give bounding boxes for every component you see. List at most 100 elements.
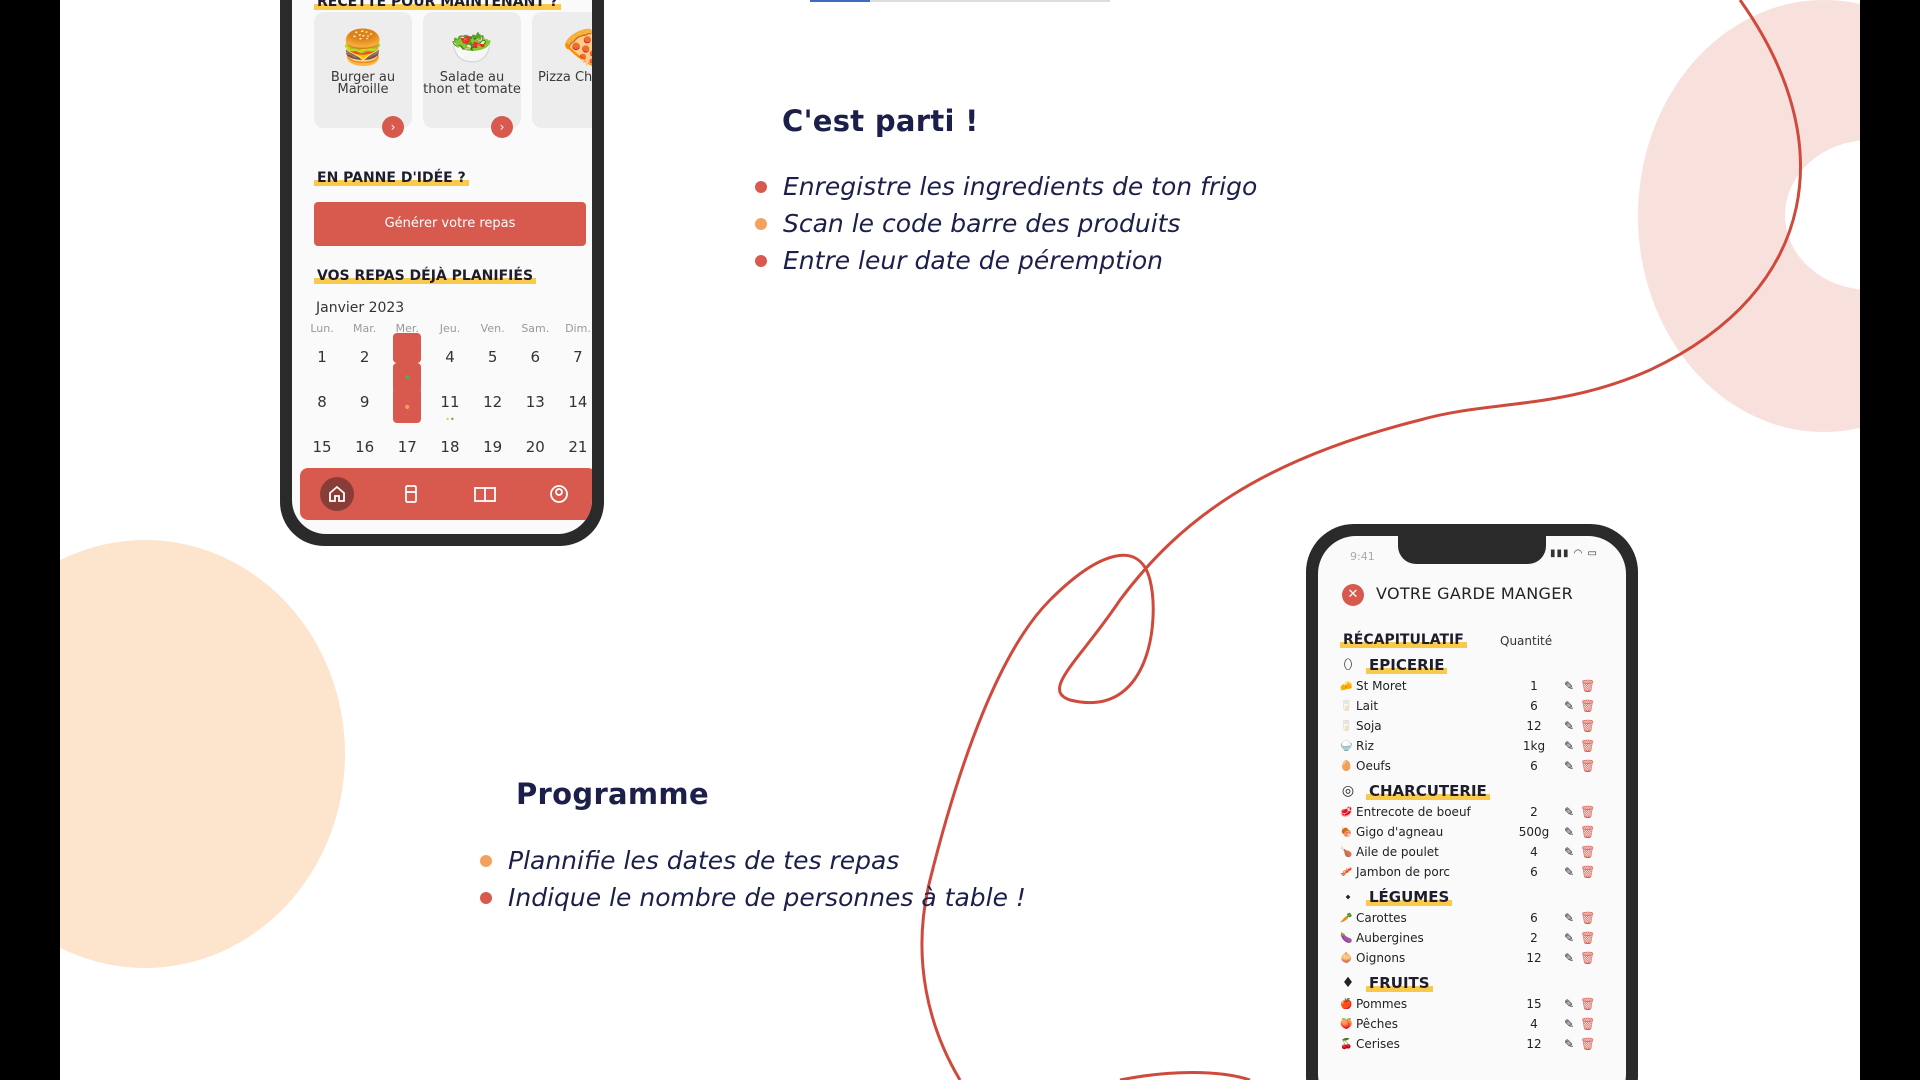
trash-icon[interactable]: 🗑 <box>1580 1037 1595 1051</box>
meal-dots: •• <box>445 415 455 424</box>
list-item: 🥛 Lait 6 ✎ 🗑 <box>1340 696 1610 716</box>
edit-icon[interactable]: ✎ <box>1564 825 1574 839</box>
calendar-day[interactable]: 20 <box>515 425 555 470</box>
bullet-item: Scan le code barre des produits <box>755 205 1257 242</box>
planned-meals-title: VOS REPAS DÉJÀ PLANIFIÉS <box>314 268 537 284</box>
calendar-day[interactable]: 8 <box>302 380 342 425</box>
item-qty: 12 <box>1526 1037 1542 1051</box>
calendar-day[interactable]: 16 <box>345 425 385 470</box>
generate-meal-button[interactable]: Générer votre repas <box>314 202 586 246</box>
salad-icon: 🥗 <box>450 28 494 68</box>
calendar-day[interactable]: 5 <box>473 335 513 380</box>
trash-icon[interactable]: 🗑 <box>1580 865 1595 879</box>
calendar-day[interactable]: 7 <box>558 335 592 380</box>
calendar-day[interactable]: 1 <box>302 335 342 380</box>
calendar-day[interactable]: 13 <box>515 380 555 425</box>
cherry-icon: 🍒 <box>1340 1038 1353 1050</box>
fridge-icon[interactable] <box>394 477 428 511</box>
calendar-week: 8 9 10••• 11•• 12 13 14 <box>302 333 592 425</box>
chevron-right-icon[interactable]: › <box>491 116 513 138</box>
edit-icon[interactable]: ✎ <box>1564 997 1574 1011</box>
edit-icon[interactable]: ✎ <box>1564 1037 1574 1051</box>
egg-item-icon: 🥚 <box>1340 760 1353 772</box>
phone-home-mockup: RECETTE POUR MAINTENANT ? 🍔 Burger au Ma… <box>280 0 604 546</box>
cheese-icon: 🧀 <box>1340 680 1353 692</box>
bullet-item: Indique le nombre de personnes à table ! <box>480 879 1026 916</box>
list-item: 🥓 Jambon de porc 6 ✎ 🗑 <box>1340 862 1610 882</box>
trash-icon[interactable]: 🗑 <box>1580 679 1595 693</box>
calendar-day[interactable]: 14 <box>558 380 592 425</box>
list-item: 🍚 Riz 1kg ✎ 🗑 <box>1340 736 1610 756</box>
chevron-right-icon[interactable]: › <box>382 116 404 138</box>
home-icon[interactable] <box>320 477 354 511</box>
list-item: 🍑 Pêches 4 ✎ 🗑 <box>1340 1014 1610 1034</box>
edit-icon[interactable]: ✎ <box>1564 911 1574 925</box>
item-qty: 15 <box>1526 997 1542 1011</box>
trash-icon[interactable]: 🗑 <box>1580 739 1595 753</box>
calendar-week: 15 16 17 18 19 20 21 <box>302 425 592 470</box>
trash-icon[interactable]: 🗑 <box>1580 997 1595 1011</box>
trash-icon[interactable]: 🗑 <box>1580 1017 1595 1031</box>
trash-icon[interactable]: 🗑 <box>1580 911 1595 925</box>
item-qty: 4 <box>1530 845 1538 859</box>
edit-icon[interactable]: ✎ <box>1564 805 1574 819</box>
recipe-card[interactable]: 🍕 Pizza Chorizo <box>532 12 592 128</box>
canvas: RECETTE POUR MAINTENANT ? 🍔 Burger au Ma… <box>60 0 1860 1080</box>
steak-icon: 🥩 <box>1340 806 1353 818</box>
calendar-day[interactable]: 17 <box>387 425 427 470</box>
trash-icon[interactable]: 🗑 <box>1580 845 1595 859</box>
calendar-day[interactable]: 21 <box>558 425 592 470</box>
trash-icon[interactable]: 🗑 <box>1580 931 1595 945</box>
milk-icon: 🥛 <box>1340 700 1353 712</box>
edit-icon[interactable]: ✎ <box>1564 931 1574 945</box>
trash-icon[interactable]: 🗑 <box>1580 699 1595 713</box>
section-program-title: Programme <box>516 777 729 811</box>
category-name: EPICERIE <box>1366 656 1448 674</box>
calendar-day[interactable]: 15 <box>302 425 342 470</box>
category-charcuterie: ◎ CHARCUTERIE 🥩 Entrecote de boeuf 2 ✎ 🗑 🍖 Gig… <box>1340 780 1610 882</box>
edit-icon[interactable]: ✎ <box>1564 699 1574 713</box>
edit-icon[interactable]: ✎ <box>1564 759 1574 773</box>
recipe-card[interactable]: 🥗 Salade au thon et tomate › <box>423 12 521 138</box>
item-name: Oeufs <box>1356 759 1391 773</box>
edit-icon[interactable]: ✎ <box>1564 951 1574 965</box>
calendar-day-selected[interactable]: 10••• <box>387 333 427 425</box>
trash-icon[interactable]: 🗑 <box>1580 951 1595 965</box>
calendar-day[interactable]: 6 <box>515 335 555 380</box>
book-icon[interactable] <box>468 477 502 511</box>
list-item: 🧀 St Moret 1 ✎ 🗑 <box>1340 676 1610 696</box>
bullet-dot <box>480 891 492 904</box>
item-qty: 12 <box>1526 719 1542 733</box>
edit-icon[interactable]: ✎ <box>1564 1017 1574 1031</box>
trash-icon[interactable]: 🗑 <box>1580 719 1595 733</box>
bacon-icon: 🥓 <box>1340 866 1353 878</box>
carrot-icon: ⬩ <box>1345 889 1351 905</box>
edit-icon[interactable]: ✎ <box>1564 845 1574 859</box>
trash-icon[interactable]: 🗑 <box>1580 825 1595 839</box>
rice-icon: 🍚 <box>1340 740 1353 752</box>
profile-icon[interactable] <box>542 477 576 511</box>
calendar: Lun. Mar. Mer. Jeu. Ven. Sam. Dim. 1 2 3… <box>302 322 592 470</box>
edit-icon[interactable]: ✎ <box>1564 679 1574 693</box>
calendar-day[interactable]: 9 <box>345 380 385 425</box>
calendar-day[interactable]: 4 <box>430 335 470 380</box>
recipe-card[interactable]: 🍔 Burger au Maroille › <box>314 12 412 138</box>
calendar-day[interactable]: 2 <box>345 335 385 380</box>
trash-icon[interactable]: 🗑 <box>1580 805 1595 819</box>
edit-icon[interactable]: ✎ <box>1564 739 1574 753</box>
apple-icon: 🍎 <box>1340 998 1353 1010</box>
category-name: FRUITS <box>1366 974 1433 992</box>
recipe-name: Salade au thon et tomate <box>423 70 521 97</box>
item-name: Lait <box>1356 699 1379 713</box>
calendar-day[interactable]: 12 <box>473 380 513 425</box>
calendar-day[interactable]: 19 <box>473 425 513 470</box>
calendar-day[interactable]: 11 •• <box>430 380 470 425</box>
trash-icon[interactable]: 🗑 <box>1580 759 1595 773</box>
edit-icon[interactable]: ✎ <box>1564 719 1574 733</box>
close-icon[interactable]: ✕ <box>1342 584 1364 606</box>
calendar-day[interactable]: 18 <box>430 425 470 470</box>
item-name: Aubergines <box>1356 931 1424 945</box>
edit-icon[interactable]: ✎ <box>1564 865 1574 879</box>
bullet-item: Enregistre les ingredients de ton frigo <box>755 168 1257 205</box>
item-name: Pêches <box>1356 1017 1399 1031</box>
